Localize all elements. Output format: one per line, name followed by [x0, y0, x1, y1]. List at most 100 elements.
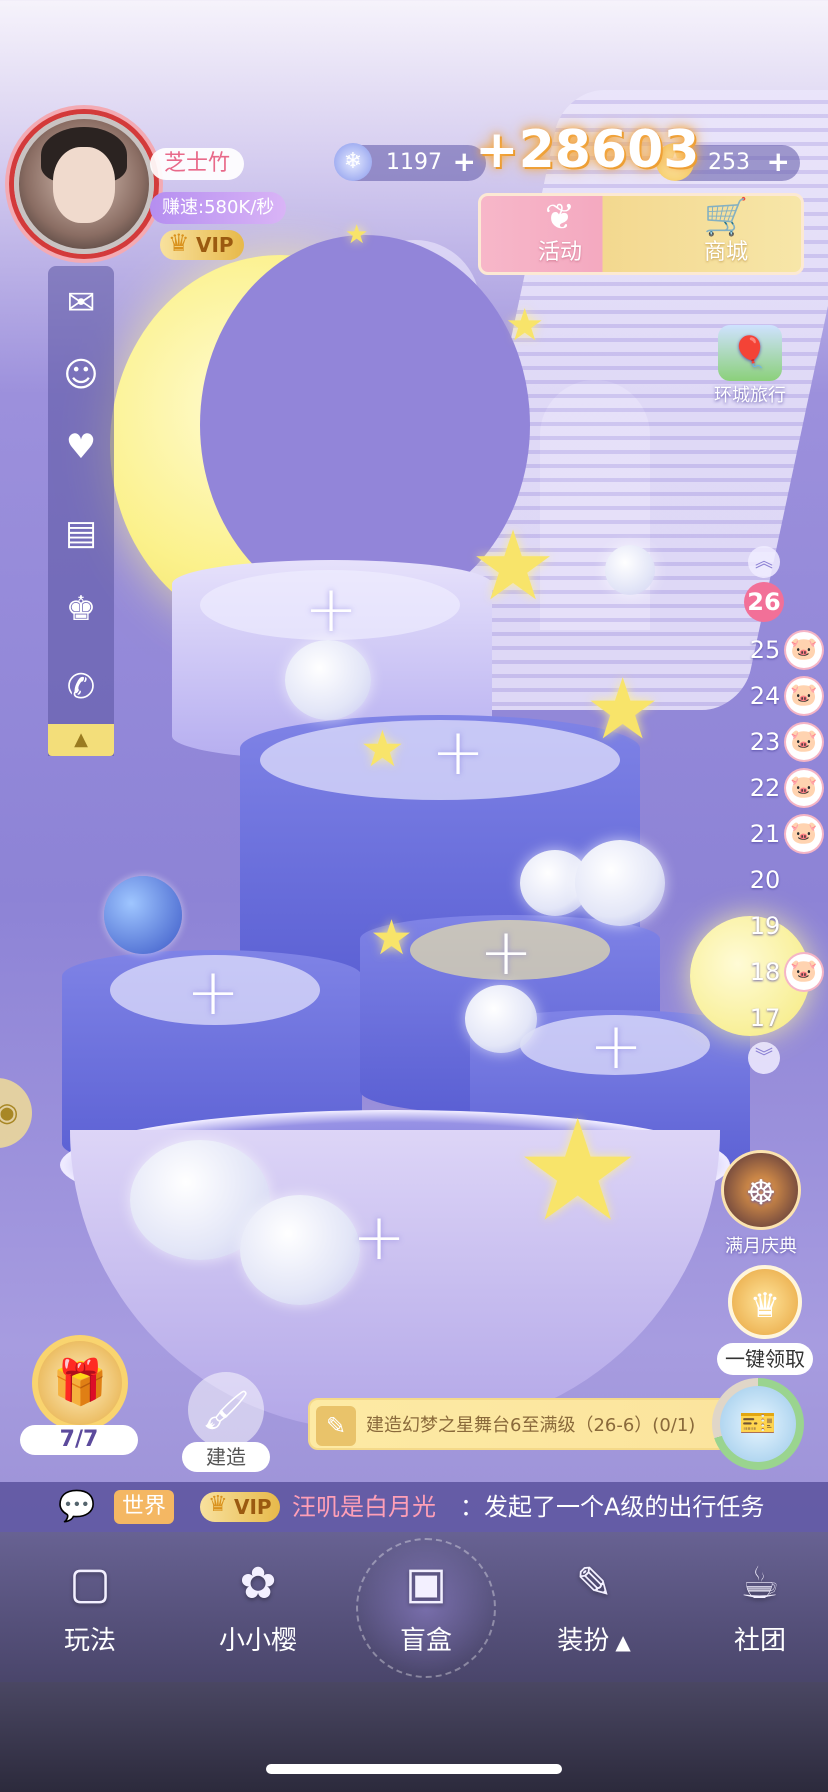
- star-decoration: ★: [585, 660, 661, 758]
- star-decoration: ★: [515, 1090, 641, 1253]
- activity-button[interactable]: ❦ 活动: [485, 196, 635, 272]
- bubble-cat: [575, 840, 665, 926]
- floor-item[interactable]: 18: [740, 952, 790, 992]
- ferris-wheel-icon: ☸: [721, 1150, 801, 1230]
- star-decoration: ★: [370, 910, 414, 966]
- add-stars-button[interactable]: +: [767, 144, 790, 180]
- cup-icon: ☕: [740, 1558, 780, 1609]
- friends-icon[interactable]: ☺: [56, 350, 106, 400]
- shop-label: 商城: [703, 240, 748, 265]
- blind-box-icon: ▣: [405, 1558, 447, 1609]
- bubble-cat: [465, 985, 537, 1053]
- chat-bubble-icon[interactable]: 💬: [58, 1488, 102, 1526]
- floor-item[interactable]: 20: [740, 860, 790, 900]
- floor-item[interactable]: 17: [740, 998, 790, 1038]
- build-slot-plus[interactable]: +: [178, 958, 248, 1028]
- floor-item[interactable]: 25: [740, 630, 790, 670]
- bubble-cat: [285, 640, 371, 720]
- pig-marker-icon[interactable]: 🐷: [786, 954, 822, 990]
- floor-up-button[interactable]: ︽: [748, 546, 780, 578]
- pig-marker-icon[interactable]: 🐷: [786, 632, 822, 668]
- add-gems-button[interactable]: +: [453, 144, 476, 180]
- task-bar[interactable]: ✎ 建造幻梦之星舞台6至满级（26-6）(0/1): [308, 1398, 728, 1450]
- chat-vip-badge: VIP: [200, 1490, 280, 1522]
- floor-item[interactable]: 22: [740, 768, 790, 808]
- pig-marker-icon[interactable]: 🐷: [786, 816, 822, 852]
- balloon-icon: 🎈: [718, 325, 782, 381]
- nav-label: 盲盒: [399, 1626, 452, 1656]
- chat-username[interactable]: 汪叽是白月光: [292, 1482, 436, 1532]
- claim-all-button[interactable]: ♛ 一键领取: [706, 1265, 824, 1375]
- nav-dress-up[interactable]: ✎ 装扮 ▲: [534, 1552, 654, 1657]
- brush-icon: ✎: [575, 1558, 613, 1609]
- nav-xiaoxiaoying[interactable]: ✿ 小小樱: [198, 1552, 318, 1657]
- activity-label: 活动: [537, 240, 582, 265]
- hide-ui-eye-icon[interactable]: ◉: [0, 1078, 32, 1148]
- gem-counter[interactable]: ❄ 1197 +: [334, 143, 486, 181]
- build-slot-plus[interactable]: +: [471, 918, 541, 988]
- pig-marker-icon[interactable]: 🐷: [786, 678, 822, 714]
- city-travel-label: 环城旅行: [714, 385, 786, 406]
- coin-icon: ♛: [728, 1265, 802, 1339]
- bottom-nav: ▢ 玩法 ✿ 小小樱 ▣ 盲盒 ✎ 装扮 ▲ ☕ 社团: [0, 1532, 828, 1682]
- gift-count: 7/7: [20, 1425, 138, 1455]
- bottom-safe-area: [0, 1682, 828, 1792]
- floor-item[interactable]: 21: [740, 814, 790, 854]
- avatar[interactable]: [14, 114, 154, 254]
- snowflake-gem-icon: ❄: [334, 143, 372, 181]
- full-moon-celebration-button[interactable]: ☸ 满月庆典: [706, 1150, 816, 1258]
- floor-item[interactable]: 23: [740, 722, 790, 762]
- floor-current[interactable]: 26: [744, 582, 784, 622]
- caret-up-icon: ▲: [615, 1630, 631, 1654]
- mail-icon[interactable]: ✉: [56, 278, 106, 328]
- gift-button[interactable]: 🎁 7/7: [20, 1335, 140, 1455]
- notice-board-icon[interactable]: ▤: [56, 508, 106, 558]
- star-decoration: ★: [360, 720, 405, 778]
- floor-down-button[interactable]: ︾: [748, 1042, 780, 1074]
- pig-marker-icon[interactable]: 🐷: [786, 724, 822, 760]
- vip-badge[interactable]: VIP: [160, 228, 244, 260]
- ticket-icon: 🎫: [720, 1386, 796, 1462]
- shop-button[interactable]: 🛒 商城: [651, 196, 801, 272]
- build-slot-plus[interactable]: +: [581, 1012, 651, 1082]
- floor-item[interactable]: 19: [740, 906, 790, 946]
- claim-all-label: 一键领取: [717, 1343, 813, 1375]
- build-label: 建造: [182, 1442, 270, 1472]
- home-indicator[interactable]: [266, 1764, 562, 1774]
- sakura-icon: ✿: [239, 1558, 277, 1609]
- paint-roller-icon: 🖌: [188, 1372, 264, 1448]
- nav-gameplay[interactable]: ▢ 玩法: [30, 1552, 150, 1657]
- task-text: 建造幻梦之星舞台6至满级（26-6）(0/1): [366, 1415, 696, 1436]
- nav-club[interactable]: ☕ 社团: [700, 1552, 820, 1657]
- build-slot-plus[interactable]: +: [423, 718, 493, 788]
- nav-blind-box[interactable]: ▣ 盲盒: [356, 1538, 496, 1678]
- wechat-icon[interactable]: ✆: [56, 662, 106, 712]
- world-chat-ticker[interactable]: 💬 世界 VIP 汪叽是白月光 ：发起了一个A级的出行任务: [0, 1482, 828, 1532]
- build-slot-plus[interactable]: +: [344, 1203, 414, 1273]
- shopping-cart-icon: 🛒: [703, 197, 749, 238]
- gem-value: 1197: [386, 150, 442, 175]
- build-slot-plus[interactable]: +: [296, 575, 366, 645]
- coin-gain-popup: +28603: [475, 120, 700, 180]
- pet-icon[interactable]: ♥: [56, 422, 106, 472]
- chat-channel-tag: 世界: [114, 1490, 175, 1524]
- task-scroll-icon: ✎: [316, 1406, 356, 1446]
- trophy-icon[interactable]: ♚: [56, 584, 106, 634]
- nav-label: 社团: [733, 1626, 786, 1656]
- full-moon-label: 满月庆典: [725, 1236, 797, 1257]
- sidebar-collapse-button[interactable]: ▲: [48, 724, 114, 756]
- player-name[interactable]: 芝士竹: [150, 148, 245, 180]
- floor-item[interactable]: 24: [740, 676, 790, 716]
- star-decoration: ★: [470, 510, 557, 622]
- bubble-cat: [605, 545, 655, 595]
- task-reward-button[interactable]: 🎫: [712, 1378, 804, 1470]
- nav-label: 玩法: [63, 1626, 116, 1656]
- pig-marker-icon[interactable]: 🐷: [786, 770, 822, 806]
- blue-orb: [104, 876, 182, 954]
- city-travel-button[interactable]: 🎈 环城旅行: [700, 325, 800, 407]
- wing-icon: ❦: [544, 197, 576, 238]
- nav-label: 小小樱: [218, 1626, 297, 1656]
- star-decoration: ★: [505, 300, 545, 351]
- build-button[interactable]: 🖌 建造: [182, 1372, 270, 1472]
- gift-box-icon: 🎁: [32, 1335, 128, 1431]
